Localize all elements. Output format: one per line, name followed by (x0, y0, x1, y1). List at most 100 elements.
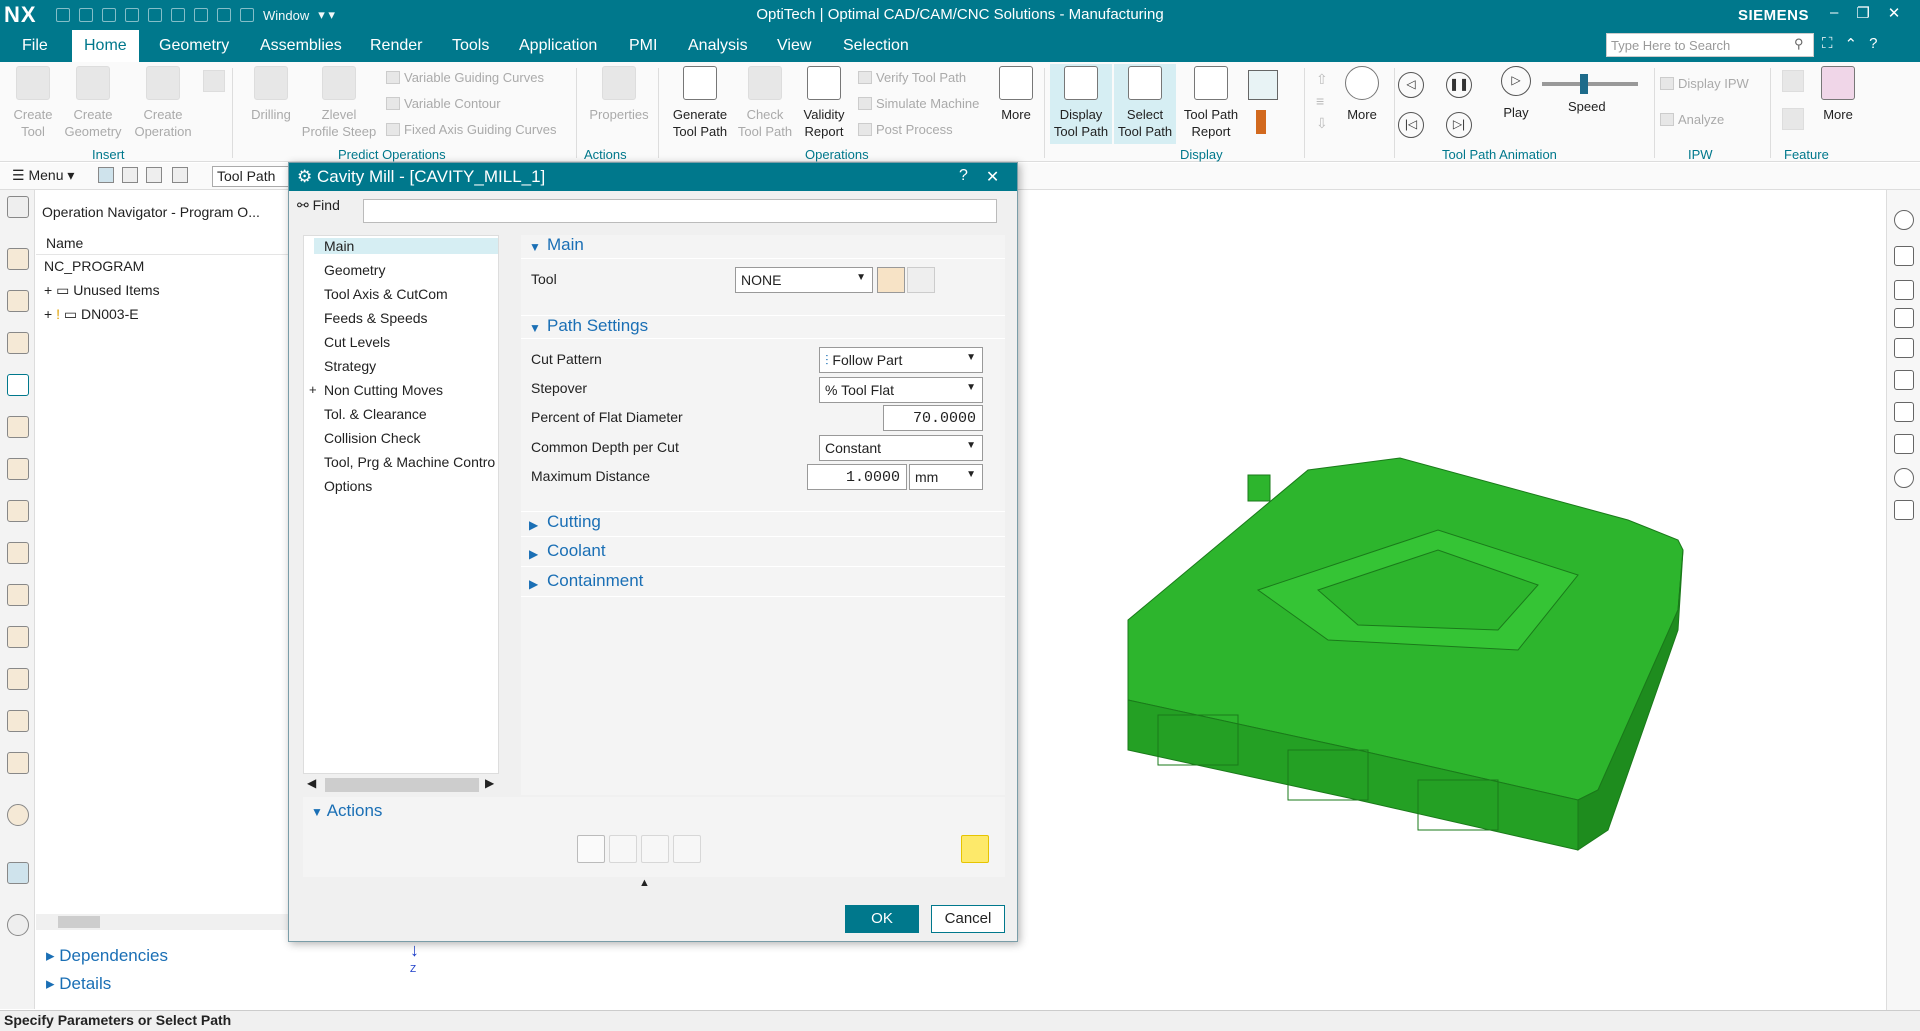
menu-home[interactable]: Home (72, 30, 139, 62)
expand-icon[interactable]: + (44, 282, 52, 298)
variable-contour-button[interactable]: Variable Contour (386, 96, 501, 111)
tree-item-main[interactable]: Main (314, 238, 498, 254)
menu-application[interactable]: Application (519, 37, 597, 55)
roles-icon[interactable] (7, 862, 29, 884)
create-geometry-button[interactable]: Create Geometry (60, 66, 126, 140)
operations-more-button[interactable]: More (996, 66, 1036, 123)
select-tool-path-button[interactable]: Select Tool Path (1114, 64, 1176, 144)
unit-dropdown[interactable]: mm ▼ (909, 464, 983, 490)
fullscreen-icon[interactable]: ⛶ (1822, 35, 1833, 53)
tree-node-nc-program[interactable]: NC_PROGRAM (44, 258, 144, 274)
speed-slider-handle[interactable] (1580, 74, 1588, 94)
constraint-navigator-icon[interactable] (7, 332, 29, 354)
tree-item-geometry[interactable]: Geometry (324, 262, 385, 278)
insert-extra-icon[interactable] (203, 70, 225, 92)
menu-pmi[interactable]: PMI (629, 37, 657, 55)
help-circle-icon[interactable] (1894, 210, 1914, 230)
machine-tool-navigator-icon[interactable] (7, 416, 29, 438)
analyze-button[interactable]: Analyze (1660, 112, 1724, 127)
expand-icon[interactable]: + (309, 382, 317, 397)
minimize-button[interactable]: – (1830, 4, 1838, 22)
tree-h-scrollbar[interactable]: ◀ ▶ (303, 773, 499, 795)
view-icon-3[interactable] (1894, 308, 1914, 328)
reuse-library-icon[interactable] (7, 542, 29, 564)
help-icon[interactable]: ? (1869, 35, 1877, 53)
feature-more-button[interactable]: More (1816, 66, 1860, 123)
view-icon-5[interactable] (1894, 370, 1914, 390)
view-icon-1[interactable] (1894, 246, 1914, 266)
list-icon[interactable] (673, 835, 701, 863)
tree-item-cut-levels[interactable]: Cut Levels (324, 334, 390, 350)
filter-icon-2[interactable] (122, 167, 138, 183)
restore-button[interactable]: ❐ (1856, 4, 1869, 22)
section-cutting[interactable]: ▶ Cutting (521, 511, 1005, 537)
verify-icon[interactable] (641, 835, 669, 863)
zlevel-profile-steep-button[interactable]: Zlevel Profile Steep (298, 66, 380, 140)
web-browser-icon[interactable] (7, 626, 29, 648)
process-studio-icon[interactable] (7, 752, 29, 774)
validity-report-button[interactable]: Validity Report (796, 66, 852, 140)
menu-button[interactable]: ☰ Menu ▾ (12, 167, 74, 184)
rewind-icon[interactable]: |◁ (1398, 112, 1424, 138)
menu-file[interactable]: File (22, 37, 48, 55)
dependencies-panel[interactable]: ▸ Dependencies (46, 946, 168, 966)
create-tool-button[interactable]: Create Tool (8, 66, 58, 140)
menu-assemblies[interactable]: Assemblies (260, 37, 342, 55)
tree-item-tool-axis[interactable]: Tool Axis & CutCom (324, 286, 448, 302)
search-icon[interactable]: ⚲ (1794, 36, 1804, 52)
tool-path-report-button[interactable]: Tool Path Report (1178, 66, 1244, 140)
play-button[interactable]: ▷ Play (1494, 66, 1538, 121)
speed-slider[interactable] (1542, 82, 1638, 86)
hd3d-tools-icon[interactable] (7, 584, 29, 606)
more-display-button[interactable]: More (1340, 66, 1384, 123)
generate-tool-path-button[interactable]: Generate Tool Path (664, 66, 736, 140)
tool-dropdown[interactable]: NONE ▼ (735, 267, 873, 293)
display-ipw-button[interactable]: Display IPW (1660, 76, 1749, 91)
cut-pattern-dropdown[interactable]: ⫶ Follow Part ▼ (819, 347, 983, 373)
tool-icon[interactable] (1256, 110, 1266, 134)
expand-icon[interactable]: + (44, 306, 52, 322)
edit-tool-icon[interactable] (907, 267, 935, 293)
settings-gear-icon[interactable] (7, 196, 29, 218)
tree-item-tool-prg-machine[interactable]: Tool, Prg & Machine Contro (324, 454, 498, 470)
tree-item-collision-check[interactable]: Collision Check (324, 430, 420, 446)
filter-icon-3[interactable] (146, 167, 162, 183)
properties-button[interactable]: Properties (586, 66, 652, 123)
menu-render[interactable]: Render (370, 37, 422, 55)
tree-node-unused-items[interactable]: + ▭ Unused Items (44, 282, 160, 299)
feature-icon-2[interactable] (1782, 108, 1804, 130)
replay-icon[interactable] (609, 835, 637, 863)
tree-item-strategy[interactable]: Strategy (324, 358, 376, 374)
step-back-icon[interactable]: ◁ (1398, 72, 1424, 98)
percent-flat-diameter-input[interactable]: 70.0000 (883, 405, 983, 431)
verify-tool-path-button[interactable]: Verify Tool Path (858, 70, 966, 85)
maximum-distance-input[interactable]: 1.0000 (807, 464, 907, 490)
section-path-settings[interactable]: ▼ Path Settings (521, 315, 1005, 339)
tree-item-options[interactable]: Options (324, 478, 372, 494)
generate-icon[interactable] (577, 835, 605, 863)
machining-feature-navigator-icon[interactable] (7, 458, 29, 480)
feature-icon[interactable] (1782, 70, 1804, 92)
feature-group-navigator-icon[interactable] (7, 500, 29, 522)
move-up-down-icon[interactable]: ⇧ ≡ ⇩ (1316, 68, 1328, 134)
info-icon[interactable] (7, 804, 29, 826)
dialog-close-button[interactable]: ✕ (986, 167, 999, 187)
cancel-button[interactable]: Cancel (931, 905, 1005, 933)
filter-icon-1[interactable] (98, 167, 114, 183)
fixed-axis-guiding-curves-button[interactable]: Fixed Axis Guiding Curves (386, 122, 556, 137)
ok-button[interactable]: OK (845, 905, 919, 933)
section-coolant[interactable]: ▶ Coolant (521, 541, 1005, 567)
history-icon[interactable] (7, 668, 29, 690)
common-depth-dropdown[interactable]: Constant ▼ (819, 435, 983, 461)
dialog-help-button[interactable]: ? (959, 167, 968, 187)
tree-node-dn003-e[interactable]: + ! ▭ DN003-E (44, 306, 139, 323)
tree-item-feeds-speeds[interactable]: Feeds & Speeds (324, 310, 428, 326)
menu-geometry[interactable]: Geometry (159, 37, 229, 55)
section-containment[interactable]: ▶ Containment (521, 571, 1005, 597)
scrollbar-thumb[interactable] (325, 778, 479, 792)
forward-icon[interactable]: ▷| (1446, 112, 1472, 138)
section-main[interactable]: ▼ Main (521, 235, 1005, 259)
actions-header[interactable]: ▼ Actions (311, 801, 382, 821)
scroll-right-icon[interactable]: ▶ (485, 776, 494, 790)
filter-icon-4[interactable] (172, 167, 188, 183)
